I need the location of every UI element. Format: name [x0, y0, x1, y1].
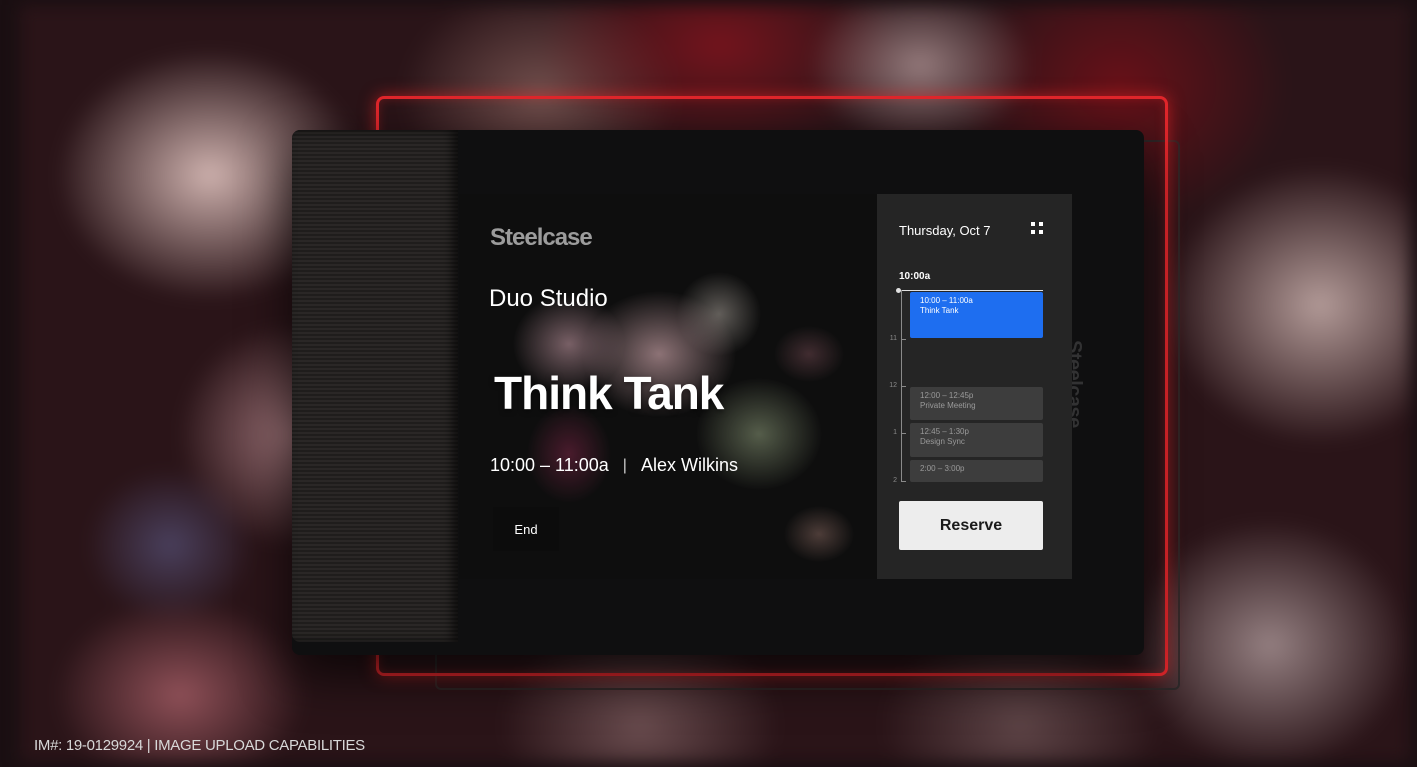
- event-card[interactable]: 2:00 – 3:00p: [910, 460, 1043, 482]
- event-time: 12:00 – 12:45p: [920, 391, 974, 400]
- device-screen: Steelcase Duo Studio Think Tank 10:00 – …: [459, 194, 1072, 579]
- image-caption: IM#: 19-0129924 | IMAGE UPLOAD CAPABILIT…: [34, 737, 365, 754]
- schedule-panel: Thursday, Oct 7 10:00a 11 12 1 2 10:00 –…: [877, 194, 1072, 579]
- hour-label: 2: [893, 477, 897, 484]
- event-time: 2:00 – 3:00p: [920, 464, 965, 473]
- meeting-time: 10:00 – 11:00a: [490, 455, 609, 475]
- device-speaker-grille: [292, 130, 458, 642]
- event-title: Think Tank: [920, 306, 959, 315]
- room-name: Duo Studio: [489, 285, 608, 312]
- hour-label: 1: [893, 429, 897, 436]
- reserve-button[interactable]: Reserve: [899, 501, 1043, 550]
- event-card-active[interactable]: 10:00 – 11:00a Think Tank: [910, 292, 1043, 338]
- schedule-date: Thursday, Oct 7: [899, 223, 991, 238]
- hero-floral-image: Steelcase Duo Studio Think Tank 10:00 – …: [459, 194, 877, 579]
- hour-label: 12: [889, 382, 897, 389]
- hour-label: 11: [889, 335, 897, 342]
- event-time: 12:45 – 1:30p: [920, 427, 969, 436]
- event-time: 10:00 – 11:00a: [920, 296, 973, 305]
- event-title: Private Meeting: [920, 401, 976, 410]
- end-meeting-button[interactable]: End: [493, 507, 559, 551]
- meeting-meta: 10:00 – 11:00a | Alex Wilkins: [490, 455, 738, 476]
- now-indicator-line: [899, 290, 1043, 291]
- meeting-title: Think Tank: [494, 367, 724, 419]
- event-card[interactable]: 12:45 – 1:30p Design Sync: [910, 423, 1043, 457]
- brand-logo: Steelcase: [490, 224, 593, 251]
- grid-icon[interactable]: [1031, 222, 1045, 236]
- current-time-label: 10:00a: [899, 271, 931, 282]
- meeting-organizer: Alex Wilkins: [640, 455, 738, 475]
- event-card[interactable]: 12:00 – 12:45p Private Meeting: [910, 387, 1043, 420]
- event-title: Design Sync: [920, 437, 965, 446]
- meta-separator: |: [622, 456, 627, 474]
